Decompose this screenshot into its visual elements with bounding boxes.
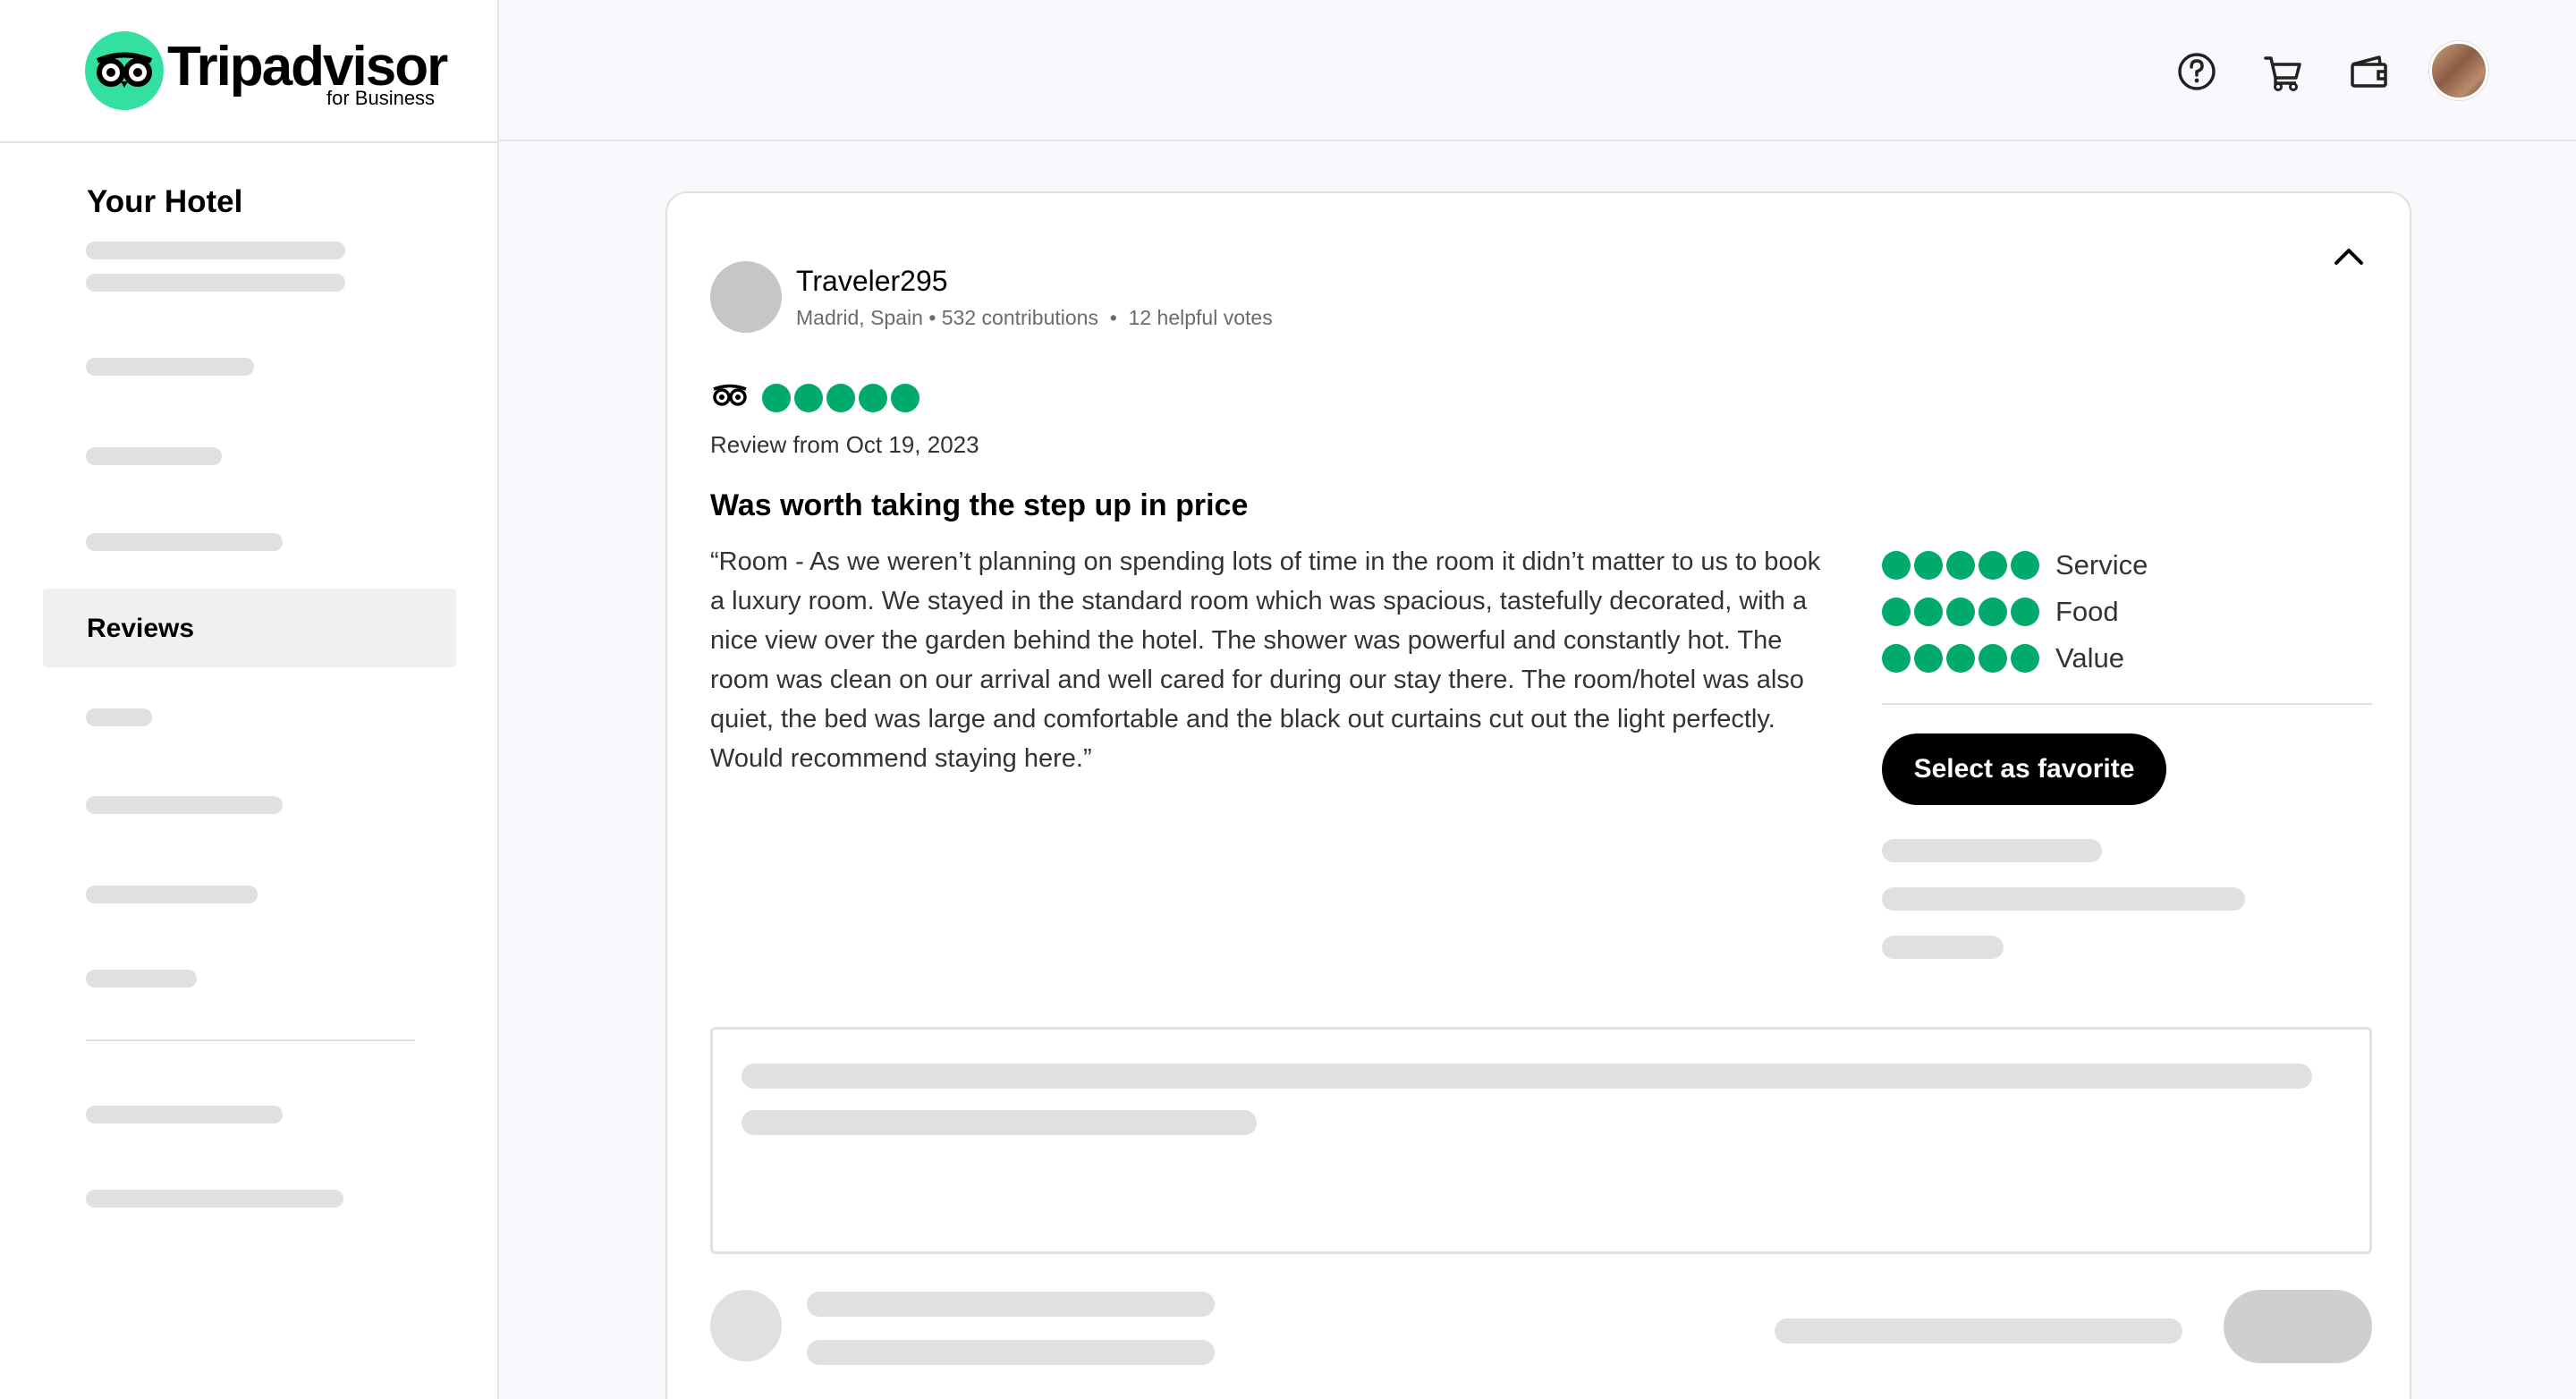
- subrating-row: Food: [1882, 589, 2372, 635]
- rating-bubble-filled: [859, 383, 888, 412]
- rating-bubble-filled: [891, 383, 920, 412]
- responder-avatar: [710, 1290, 782, 1361]
- action-placeholder-line[interactable]: [1882, 936, 2004, 959]
- subrating-row: Service: [1882, 542, 2372, 589]
- action-placeholder-line[interactable]: [1882, 839, 2102, 862]
- footer-placeholder-line: [807, 1340, 1215, 1365]
- sidebar-item-label: Reviews: [87, 614, 195, 643]
- owl-logo-icon: [85, 31, 164, 110]
- overall-rating: [710, 383, 979, 419]
- sidebar-divider: [86, 1039, 415, 1041]
- sidebar-title: Your Hotel: [87, 184, 243, 219]
- sidebar-item-placeholder[interactable]: [86, 796, 283, 814]
- sidebar-placeholder-line: [86, 274, 345, 292]
- rating-bubble-filled: [1979, 644, 2007, 673]
- reviewer-contributions: 532 contributions: [941, 306, 1098, 329]
- rating-bubble-filled: [1946, 598, 1975, 626]
- sidebar-placeholder-line: [86, 242, 345, 259]
- sidebar-item-placeholder[interactable]: [86, 1190, 343, 1208]
- logo-subtitle: for Business: [326, 87, 436, 109]
- rating-bubble-filled: [1914, 598, 1943, 626]
- review-title: Was worth taking the step up in price: [710, 488, 1249, 522]
- cart-icon[interactable]: [2256, 45, 2309, 98]
- subrating-label: Food: [2055, 596, 2119, 627]
- rating-bubble-filled: [762, 383, 792, 412]
- rating-bubble-filled: [2011, 551, 2039, 580]
- chevron-up-icon[interactable]: [2331, 240, 2367, 276]
- sidebar-item-placeholder[interactable]: [86, 1106, 283, 1123]
- rating-bubble-filled: [1882, 598, 1911, 626]
- footer-placeholder-line: [807, 1292, 1215, 1317]
- sidebar-item-placeholder[interactable]: [86, 886, 258, 903]
- sidebar-header-divider: [0, 141, 499, 143]
- submit-reply-button[interactable]: [2224, 1290, 2372, 1363]
- reviewer-meta: Madrid, Spain • 532 contributions • 12 h…: [796, 306, 1273, 330]
- review-date: Review from Oct 19, 2023: [710, 431, 979, 458]
- sidebar: Tripadvisor for Business Your Hotel Revi…: [0, 0, 499, 1399]
- reviewer-location: Madrid, Spain: [796, 306, 923, 329]
- reply-placeholder-line: [741, 1064, 2312, 1089]
- sidebar-item-placeholder[interactable]: [86, 447, 222, 465]
- rating-bubble-filled: [1979, 551, 2007, 580]
- subratings-divider: [1882, 703, 2372, 705]
- sidebar-item-reviews[interactable]: Reviews: [43, 589, 456, 667]
- help-icon[interactable]: [2170, 45, 2224, 98]
- rating-bubble-filled: [1979, 598, 2007, 626]
- subrating-row: Value: [1882, 635, 2372, 682]
- rating-bubble-filled: [2011, 644, 2039, 673]
- sidebar-item-placeholder[interactable]: [86, 358, 254, 376]
- review-body: “Room - As we weren’t planning on spendi…: [710, 547, 1821, 773]
- rating-bubble-filled: [1882, 551, 1911, 580]
- sidebar-item-placeholder[interactable]: [86, 533, 283, 551]
- meta-separator: •: [1104, 306, 1129, 329]
- rating-bubble-filled: [826, 383, 856, 412]
- footer-placeholder-line: [1775, 1318, 2182, 1344]
- rating-bubble-filled: [2011, 598, 2039, 626]
- sidebar-item-placeholder[interactable]: [86, 970, 197, 988]
- tripadvisor-logo[interactable]: Tripadvisor for Business: [85, 31, 461, 112]
- rating-bubble-filled: [1946, 644, 1975, 673]
- review-card: Traveler295 Madrid, Spain • 532 contribu…: [665, 191, 2411, 1399]
- action-placeholder-line[interactable]: [1882, 887, 2245, 911]
- subrating-label: Value: [2055, 642, 2124, 674]
- user-avatar[interactable]: [2429, 41, 2488, 100]
- rating-bubble-filled: [1914, 551, 1943, 580]
- rating-bubble-filled: [1882, 644, 1911, 673]
- owl-icon: [710, 383, 750, 412]
- sidebar-item-placeholder[interactable]: [86, 708, 152, 726]
- rating-bubble-filled: [1946, 551, 1975, 580]
- subrating-label: Service: [2055, 549, 2148, 581]
- wallet-icon[interactable]: [2342, 45, 2395, 98]
- reviewer-name[interactable]: Traveler295: [796, 265, 948, 298]
- rating-bubble-filled: [794, 383, 824, 412]
- reply-textarea[interactable]: [710, 1027, 2372, 1254]
- reviewer-helpful-votes: 12 helpful votes: [1128, 306, 1273, 329]
- reviewer-avatar[interactable]: [710, 261, 782, 333]
- select-favorite-button[interactable]: Select as favorite: [1882, 733, 2166, 805]
- meta-separator: •: [928, 306, 942, 329]
- subratings: Service Food Value: [1882, 542, 2372, 682]
- rating-bubble-filled: [1914, 644, 1943, 673]
- reply-placeholder-line: [741, 1110, 1257, 1135]
